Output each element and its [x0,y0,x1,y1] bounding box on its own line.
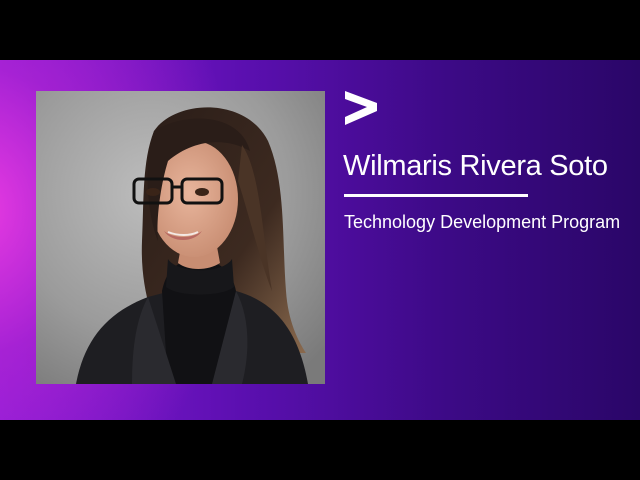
letterbox-top [0,0,640,60]
person-name: Wilmaris Rivera Soto [343,150,608,182]
portrait-photo [36,91,325,384]
letterbox-bottom [0,420,640,480]
title-card: Wilmaris Rivera Soto Technology Developm… [0,60,640,420]
divider-line [344,194,528,197]
accenture-chevron-icon [343,91,379,125]
program-title: Technology Development Program [344,212,621,232]
